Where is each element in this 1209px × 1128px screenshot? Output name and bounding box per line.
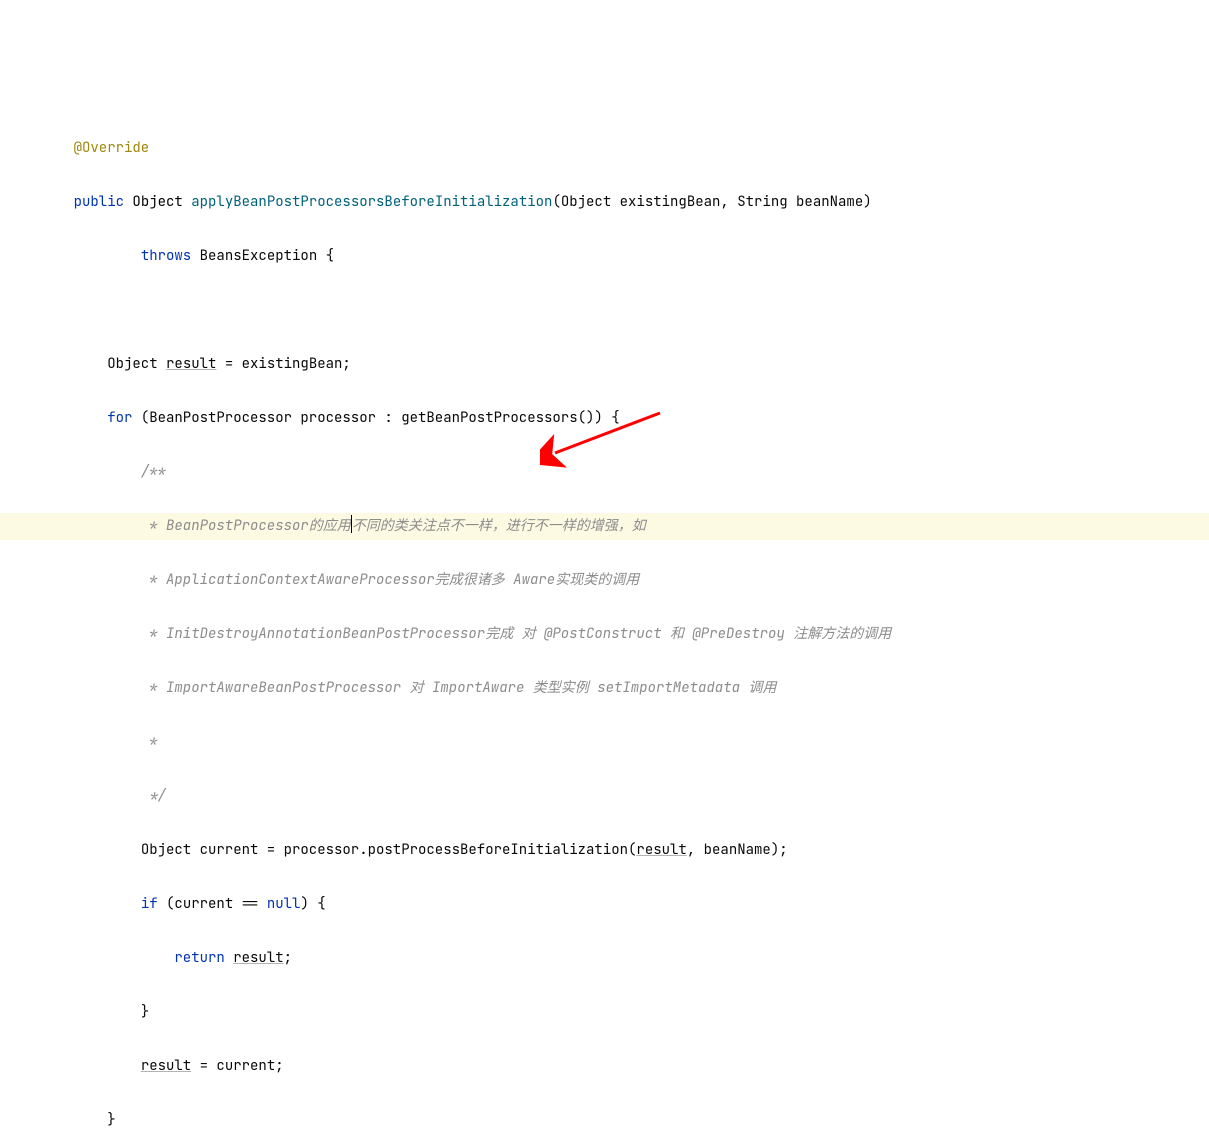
code-line[interactable]: Object result = existingBean; [0,351,1209,378]
text: (current == [158,895,267,913]
comment: * ImportAwareBeanPostProcessor 对 ImportA… [141,679,777,697]
keyword-public: public [74,193,124,211]
code-line[interactable]: */ [0,783,1209,810]
code-editor[interactable]: @Override public Object applyBeanPostPro… [0,108,1209,1128]
code-line[interactable] [0,297,1209,324]
code-line[interactable]: public Object applyBeanPostProcessorsBef… [0,189,1209,216]
var-result: result [166,355,216,373]
comment: /** [141,463,166,481]
comment: */ [141,787,166,805]
text: ; [284,949,292,967]
code-line[interactable]: * ApplicationContextAwareProcessor完成很诸多 … [0,567,1209,594]
keyword-throws: throws [141,247,191,265]
code-line[interactable]: for (BeanPostProcessor processor : getBe… [0,405,1209,432]
keyword-null: null [267,895,301,913]
code-line[interactable]: } [0,999,1209,1026]
code-line-highlighted[interactable]: * BeanPostProcessor的应用不同的类关注点不一样，进行不一样的增… [0,513,1209,540]
text: = existingBean; [216,355,350,373]
text [225,949,233,967]
comment: * BeanPostProcessor的应用 [141,517,351,535]
keyword-for: for [107,409,132,427]
comment: 不同的类关注点不一样，进行不一样的增强，如 [352,517,646,535]
text: Object current = processor.postProcessBe… [141,841,637,859]
text: ) { [300,895,325,913]
var-result: result [141,1057,191,1075]
brace: } [141,1003,149,1021]
code-line[interactable]: * ImportAwareBeanPostProcessor 对 ImportA… [0,675,1209,702]
code-line[interactable]: result = current; [0,1053,1209,1080]
text: = current; [191,1057,283,1075]
keyword-if: if [141,895,158,913]
code-line[interactable]: /** [0,459,1209,486]
var-result: result [233,949,283,967]
brace: } [107,1111,115,1128]
code-line[interactable]: * InitDestroyAnnotationBeanPostProcessor… [0,621,1209,648]
return-type: Object [132,193,182,211]
code-line[interactable]: throws BeansException { [0,243,1209,270]
text: Object [107,355,166,373]
comment: * InitDestroyAnnotationBeanPostProcessor… [141,625,891,643]
text: (BeanPostProcessor processor : getBeanPo… [132,409,619,427]
comment: * ApplicationContextAwareProcessor完成很诸多 … [141,571,639,589]
method-name: applyBeanPostProcessorsBeforeInitializat… [191,193,552,211]
code-line[interactable]: @Override [0,135,1209,162]
keyword-return: return [174,949,224,967]
annotation: @Override [74,139,150,157]
params: (Object existingBean, String beanName) [552,193,871,211]
code-line[interactable]: * [0,729,1209,756]
var-result: result [636,841,686,859]
code-line[interactable]: } [0,1107,1209,1128]
text: , beanName); [687,841,788,859]
code-line[interactable]: Object current = processor.postProcessBe… [0,837,1209,864]
code-line[interactable]: return result; [0,945,1209,972]
code-line[interactable]: if (current == null) { [0,891,1209,918]
comment: * [141,733,158,751]
exception-type: BeansException { [200,247,334,265]
